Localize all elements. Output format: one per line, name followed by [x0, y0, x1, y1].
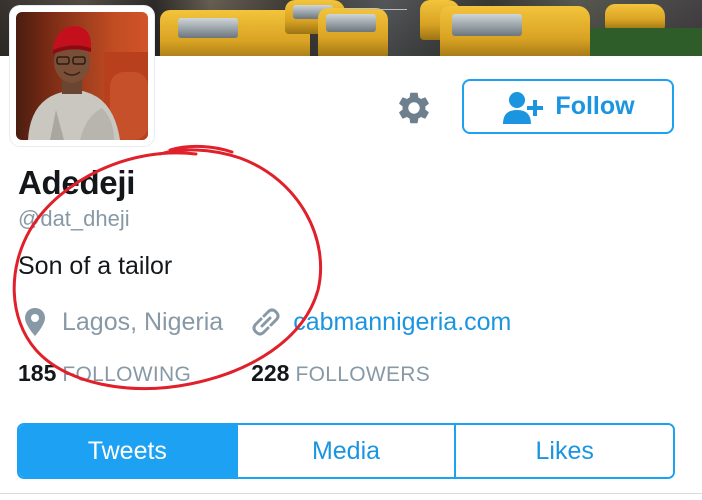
following-stat[interactable]: 185 FOLLOWING — [18, 360, 191, 387]
profile-location: Lagos, Nigeria — [62, 307, 224, 336]
add-user-icon — [503, 91, 544, 124]
profile-bio: Son of a tailor — [18, 252, 173, 280]
follow-button[interactable]: Follow — [462, 79, 674, 134]
follow-button-label: Follow — [555, 92, 635, 120]
following-label: FOLLOWING — [62, 363, 192, 386]
profile-handle: @dat_dheji — [18, 206, 130, 231]
avatar-figure — [28, 26, 148, 140]
profile-tabs: Tweets Media Likes — [17, 423, 675, 479]
profile-website-link[interactable]: cabmannigeria.com — [293, 308, 511, 337]
divider — [0, 493, 702, 494]
tab-tweets[interactable]: Tweets — [19, 425, 236, 477]
profile-meta-row: Lagos, Nigeria cabmannigeria.com — [18, 302, 511, 342]
followers-stat[interactable]: 228 FOLLOWERS — [251, 360, 430, 387]
profile-page: Follow Adedeji @dat_dheji Son of a tailo… — [0, 0, 702, 500]
profile-avatar[interactable] — [10, 6, 154, 146]
gear-icon — [399, 92, 429, 124]
followers-count: 228 — [251, 360, 290, 386]
location-pin-icon — [22, 306, 48, 338]
followers-label: FOLLOWERS — [295, 363, 431, 386]
avatar-photo — [16, 12, 148, 140]
profile-name: Adedeji — [18, 164, 136, 201]
settings-button[interactable] — [392, 86, 436, 130]
tab-media[interactable]: Media — [235, 425, 455, 477]
link-icon — [251, 306, 281, 338]
tab-likes[interactable]: Likes — [454, 425, 673, 477]
profile-stats: 185 FOLLOWING 228 FOLLOWERS — [18, 360, 430, 392]
following-count: 185 — [18, 360, 57, 386]
